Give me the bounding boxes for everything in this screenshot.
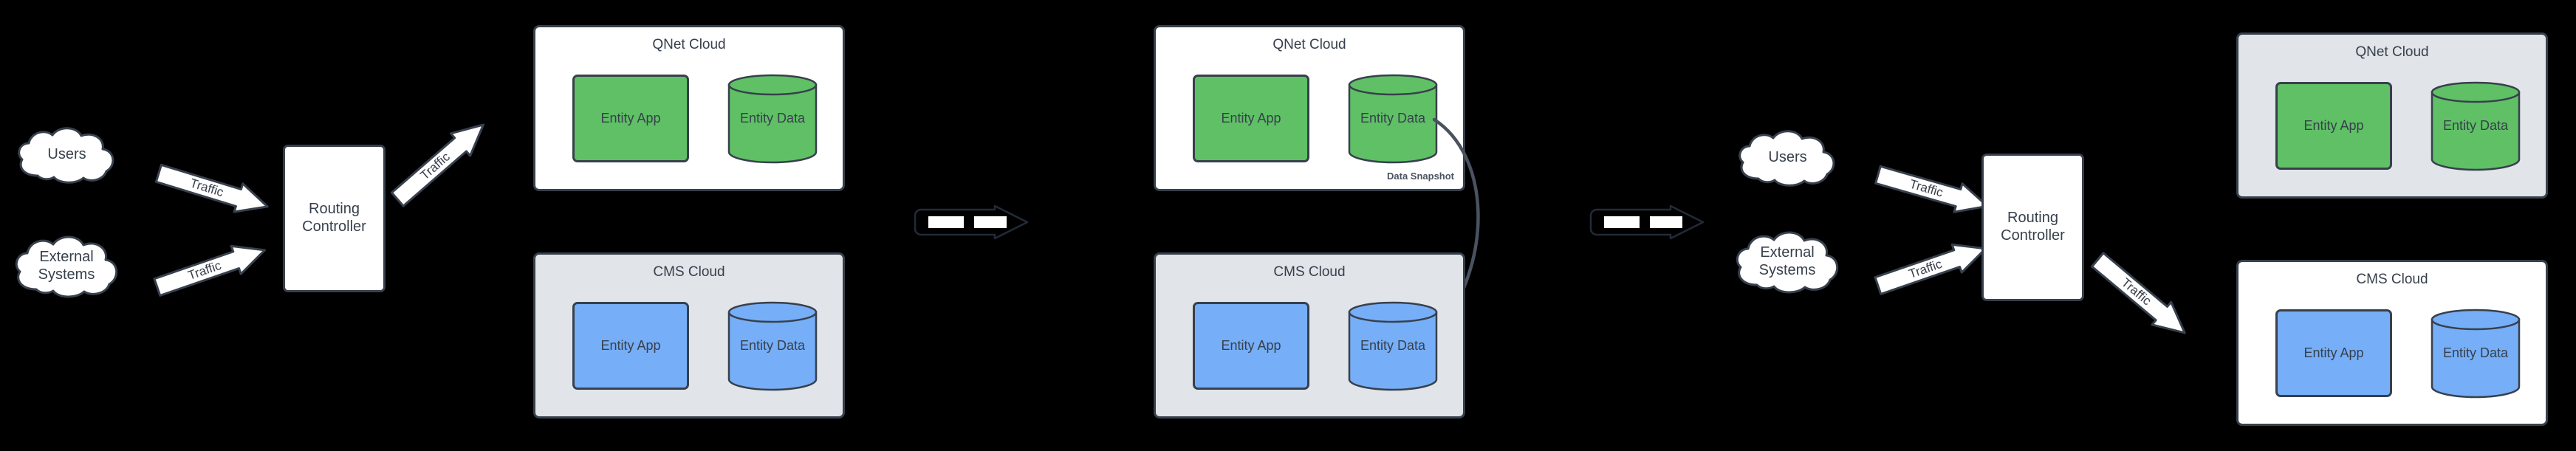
step-arrow-1 <box>911 204 1030 240</box>
cms-entity-app-1-label: Entity App <box>600 337 661 353</box>
cms-entity-app-1[interactable]: Entity App <box>572 302 689 390</box>
group-cms-cloud-2[interactable]: CMS Cloud Entity App Entity Data <box>1154 252 1465 419</box>
qnet-entity-app-3[interactable]: Entity App <box>2275 82 2392 170</box>
group-qnet-cloud-3[interactable]: QNet Cloud Entity App Entity Data <box>2236 32 2548 199</box>
qnet-entity-data-1[interactable]: Entity Data <box>727 74 818 164</box>
cms-entity-data-2[interactable]: Entity Data <box>1348 301 1438 391</box>
diagram-canvas: Users External Systems Traffic Traffic R… <box>0 0 2576 451</box>
traffic-arrow-controller-to-cms-3: Traffic <box>2086 246 2197 347</box>
qnet-entity-app-1-label: Entity App <box>600 110 661 125</box>
routing-controller-1[interactable]: Routing Controller <box>283 145 386 292</box>
group-cms-cloud-3[interactable]: CMS Cloud Entity App Entity Data <box>2236 260 2548 426</box>
routing-controller-3[interactable]: Routing Controller <box>1981 154 2084 301</box>
cms-entity-app-3-label: Entity App <box>2303 345 2364 360</box>
qnet-entity-app-2[interactable]: Entity App <box>1193 75 1309 162</box>
group-qnet-cloud-1-title: QNet Cloud <box>652 37 726 52</box>
qnet-entity-app-1[interactable]: Entity App <box>572 75 689 162</box>
group-cms-cloud-2-title: CMS Cloud <box>1273 264 1346 280</box>
traffic-arrow-external-to-controller-3: Traffic <box>1871 233 1993 302</box>
group-qnet-cloud-1[interactable]: QNet Cloud Entity App Entity Data <box>533 25 845 191</box>
traffic-arrow-users-to-controller-1: Traffic <box>152 157 275 223</box>
group-cms-cloud-3-title: CMS Cloud <box>2356 272 2428 287</box>
qnet-entity-app-2-label: Entity App <box>1221 110 1281 125</box>
group-cms-cloud-1[interactable]: CMS Cloud Entity App Entity Data <box>533 252 845 419</box>
group-cms-cloud-1-title: CMS Cloud <box>653 264 725 280</box>
traffic-arrow-external-to-controller-1: Traffic <box>150 234 273 303</box>
cms-entity-app-2[interactable]: Entity App <box>1193 302 1309 390</box>
qnet-entity-app-3-label: Entity App <box>2303 117 2364 133</box>
traffic-arrow-users-to-controller-3: Traffic <box>1871 159 1994 222</box>
cms-entity-data-1[interactable]: Entity Data <box>727 301 818 391</box>
group-qnet-cloud-2[interactable]: QNet Cloud Entity App Entity Data <box>1154 25 1465 191</box>
cloud-external-systems-1: External Systems <box>10 233 123 300</box>
qnet-entity-data-3[interactable]: Entity Data <box>2431 81 2521 171</box>
cms-entity-app-2-label: Entity App <box>1221 337 1281 353</box>
qnet-entity-data-2[interactable]: Entity Data <box>1348 74 1438 164</box>
routing-controller-1-label: Routing Controller <box>302 201 366 235</box>
cms-entity-app-3[interactable]: Entity App <box>2275 309 2392 397</box>
traffic-arrow-controller-to-qnet-1: Traffic <box>386 111 496 213</box>
cloud-users-1: Users <box>13 125 120 185</box>
step-arrow-2 <box>1586 204 1706 240</box>
cloud-users-3: Users <box>1734 128 1841 187</box>
data-snapshot-label: Data Snapshot <box>1387 171 1455 182</box>
routing-controller-3-label: Routing Controller <box>2001 210 2065 244</box>
group-qnet-cloud-3-title: QNet Cloud <box>2355 44 2429 60</box>
cms-entity-data-3[interactable]: Entity Data <box>2431 309 2521 399</box>
group-qnet-cloud-2-title: QNet Cloud <box>1272 37 1346 52</box>
cloud-external-systems-3: External Systems <box>1731 229 1843 295</box>
